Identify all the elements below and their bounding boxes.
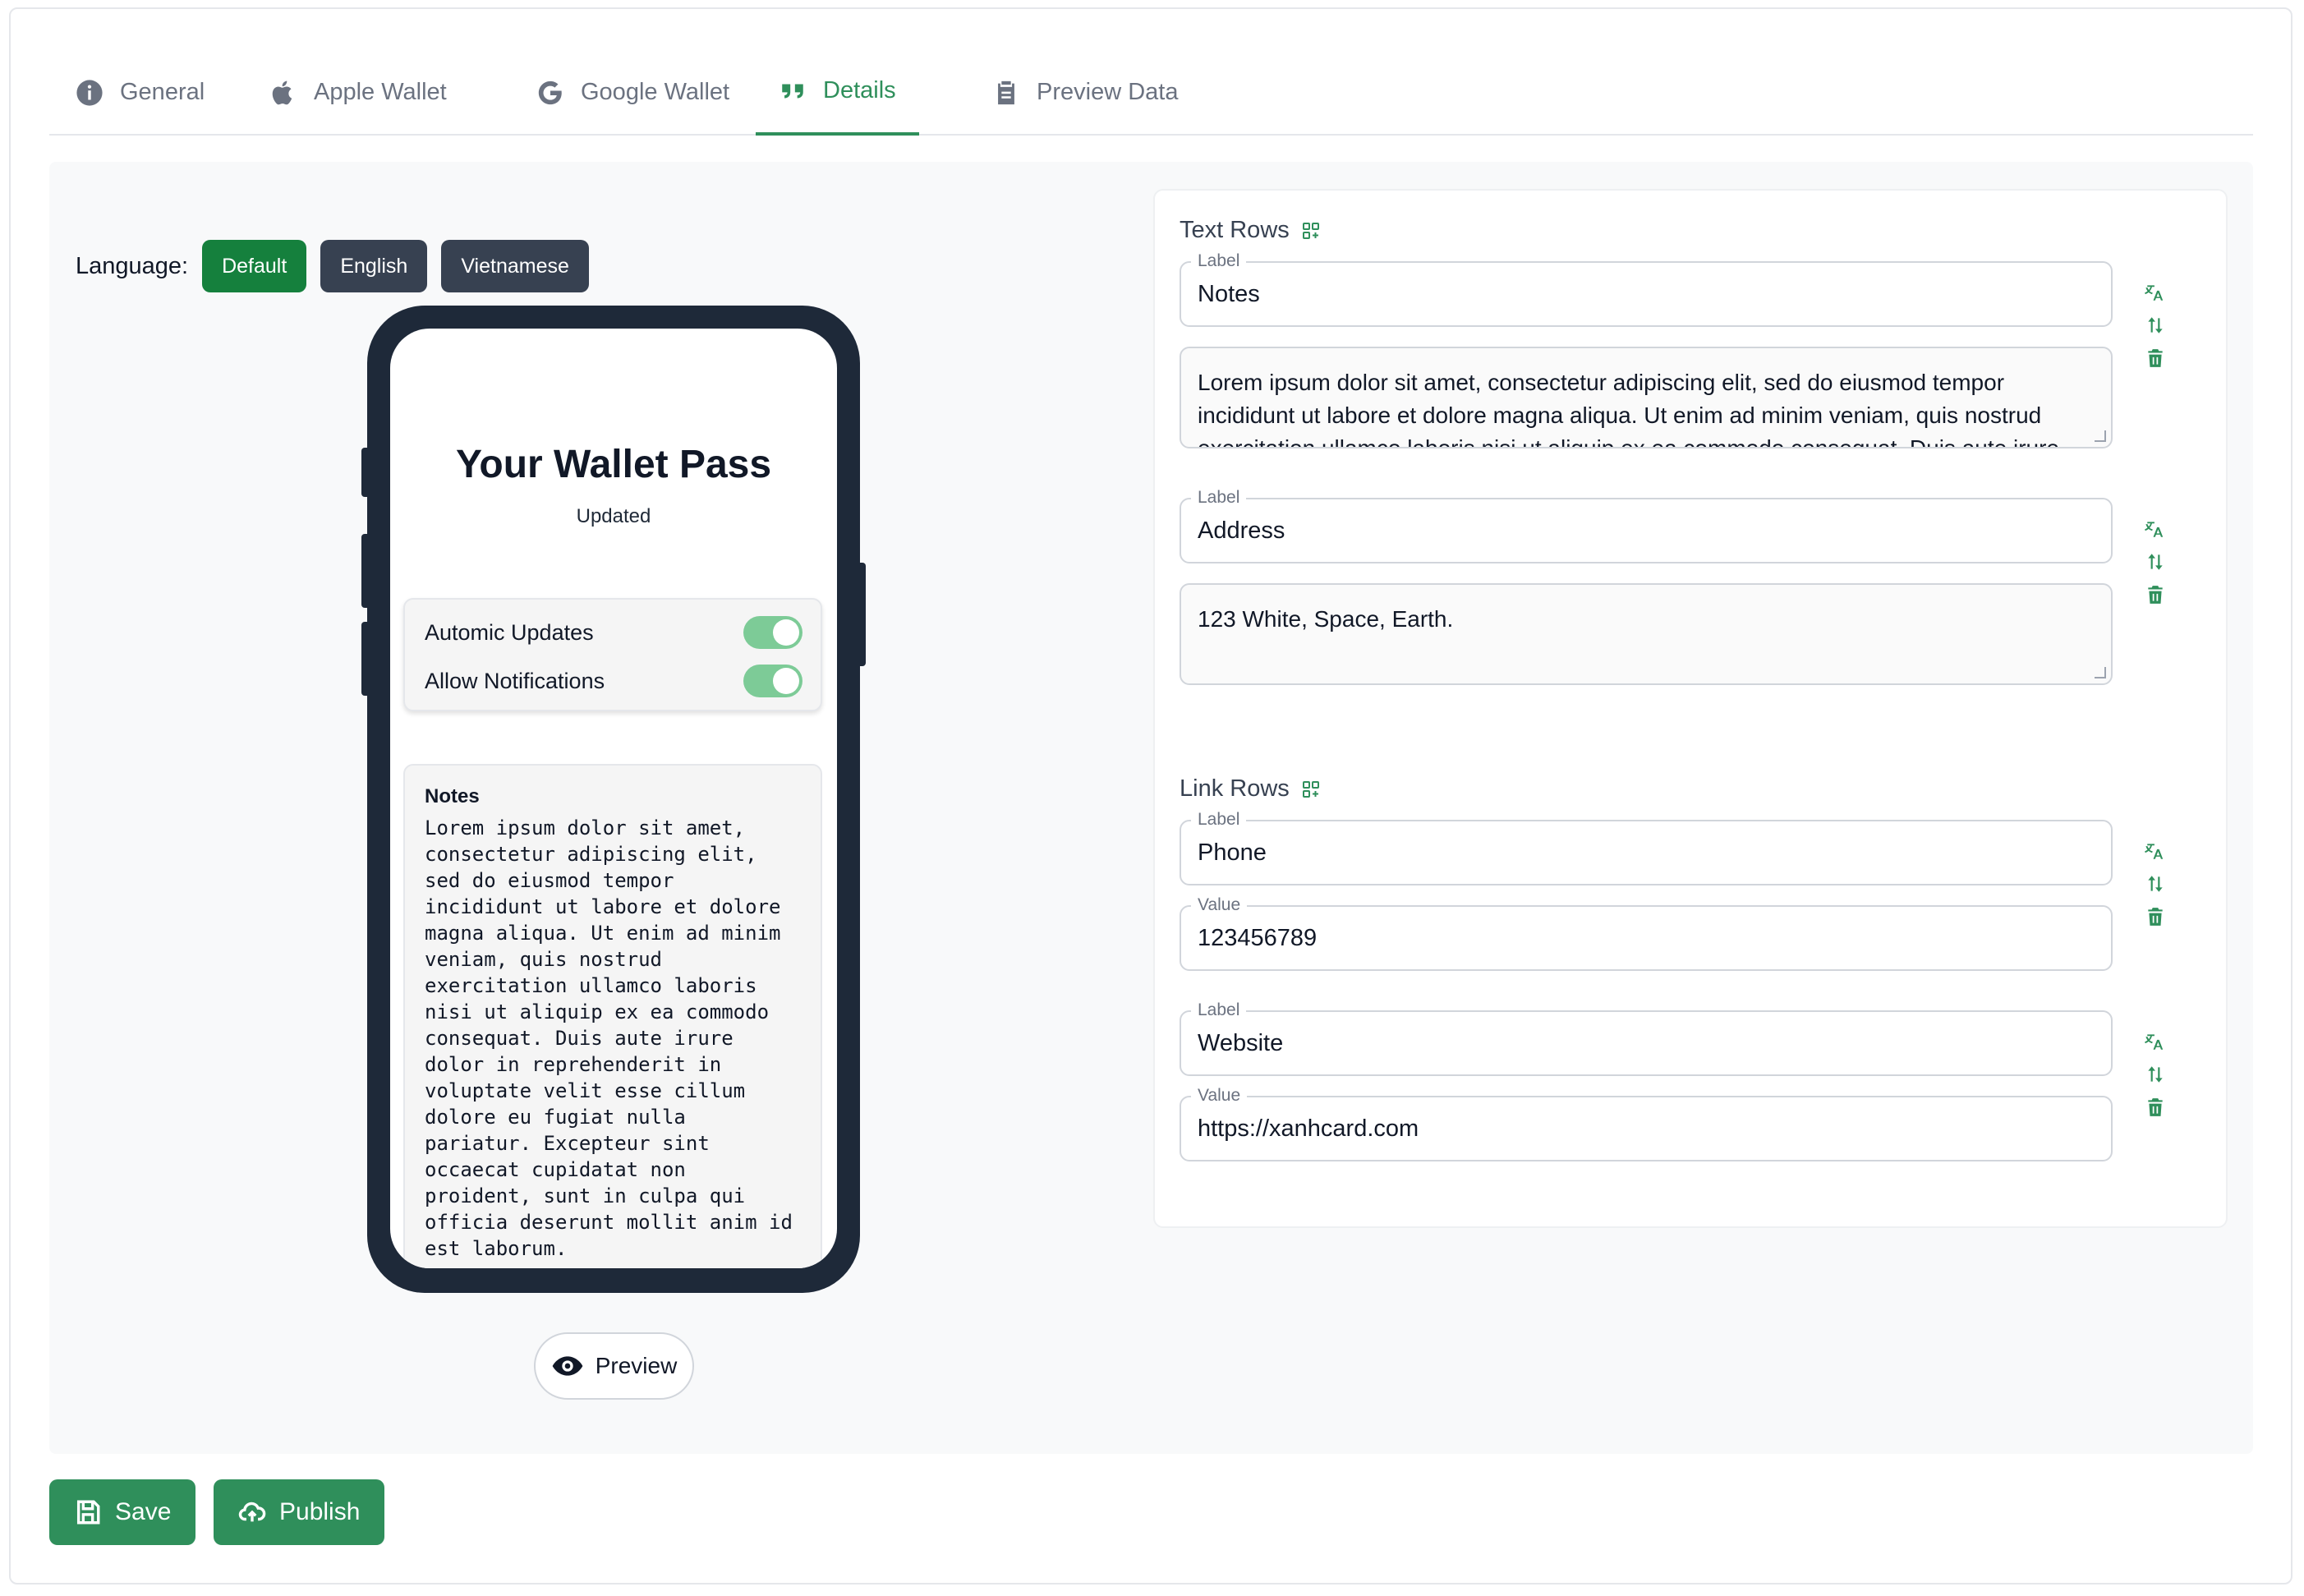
info-icon <box>76 79 103 106</box>
resize-handle[interactable] <box>2095 667 2106 678</box>
link-row-2-value-field[interactable]: Value https://xanhcard.com <box>1180 1086 2113 1161</box>
text-row-1-label-field[interactable]: Label Notes <box>1180 251 2113 327</box>
eye-icon <box>552 1356 583 1376</box>
link-rows-title: Link Rows <box>1180 775 1321 803</box>
notes-card: Notes Lorem ipsum dolor sit amet, consec… <box>403 764 822 1268</box>
notifications-toggle[interactable] <box>743 665 802 697</box>
field-value: 123456789 <box>1198 924 1318 951</box>
trash-icon[interactable] <box>2145 347 2166 369</box>
clipboard-icon <box>998 80 1014 104</box>
tab-preview-data[interactable]: Preview Data <box>969 49 1201 136</box>
language-english-button[interactable]: English <box>320 240 428 292</box>
add-row-icon[interactable] <box>1301 221 1321 241</box>
textarea-value: Lorem ipsum dolor sit amet, consectetur … <box>1198 370 2059 448</box>
notes-label: Notes <box>425 785 480 807</box>
language-label: Language: <box>76 252 189 279</box>
tab-label: General <box>120 79 205 105</box>
text-row-2-actions <box>2139 518 2172 605</box>
phone-mockup: Your Wallet Pass Updated Automic Updates… <box>367 306 860 1293</box>
link-row-2-label-field[interactable]: Label Website <box>1180 1000 2113 1076</box>
textarea-value: 123 White, Space, Earth. <box>1198 606 1454 632</box>
link-row-1-value-field[interactable]: Value 123456789 <box>1180 895 2113 971</box>
phone-screen: Your Wallet Pass Updated Automic Updates… <box>390 329 837 1268</box>
reorder-icon[interactable] <box>2145 315 2166 336</box>
translate-icon[interactable] <box>2145 1031 2166 1052</box>
tab-apple-wallet[interactable]: Apple Wallet <box>246 49 470 136</box>
add-row-icon[interactable] <box>1301 780 1321 799</box>
settings-card: Automic Updates Allow Notifications <box>403 598 822 711</box>
text-rows-title: Text Rows <box>1180 217 1321 244</box>
cloud-upload-icon <box>238 1502 266 1522</box>
language-selector: Language: Default English Vietnamese <box>76 240 589 292</box>
tab-details[interactable]: Details <box>756 49 919 136</box>
preview-label: Preview <box>595 1353 678 1378</box>
floppy-icon <box>76 1500 100 1525</box>
link-row-1-actions <box>2139 840 2172 927</box>
google-icon <box>538 80 562 104</box>
toggle-row-notifications: Allow Notifications <box>425 656 802 706</box>
reorder-icon[interactable] <box>2145 551 2166 573</box>
pass-subtitle: Updated <box>576 505 651 527</box>
save-button[interactable]: Save <box>49 1479 196 1545</box>
link-row-2-actions <box>2139 1031 2172 1118</box>
apple-icon <box>272 80 292 104</box>
publish-button[interactable]: Publish <box>214 1479 385 1545</box>
link-rows-heading: Link Rows <box>1180 775 1290 802</box>
quote-icon <box>782 84 803 98</box>
trash-icon[interactable] <box>2145 584 2166 605</box>
text-row-1-actions <box>2139 282 2172 369</box>
publish-label: Publish <box>279 1498 361 1525</box>
reorder-icon[interactable] <box>2145 1064 2166 1085</box>
reorder-icon[interactable] <box>2145 873 2166 895</box>
language-default-button[interactable]: Default <box>202 240 307 292</box>
translate-icon[interactable] <box>2145 282 2166 303</box>
tab-label: Apple Wallet <box>314 79 447 105</box>
tab-bar: General Apple Wallet Google Wallet Detai… <box>49 49 2253 136</box>
tab-general[interactable]: General <box>53 49 228 136</box>
pass-title: Your Wallet Pass <box>455 443 772 486</box>
text-rows-heading: Text Rows <box>1180 217 1290 243</box>
updates-toggle[interactable] <box>743 616 802 649</box>
translate-icon[interactable] <box>2145 518 2166 540</box>
field-value: https://xanhcard.com <box>1198 1115 1419 1142</box>
trash-icon[interactable] <box>2145 906 2166 927</box>
field-value: Address <box>1198 517 1285 544</box>
toggle-label: Allow Notifications <box>425 668 605 693</box>
tab-label: Details <box>823 77 896 103</box>
field-value: Phone <box>1198 839 1267 866</box>
preview-button[interactable]: Preview <box>534 1332 694 1400</box>
tab-label: Google Wallet <box>581 79 730 105</box>
toggle-row-updates: Automic Updates <box>425 608 802 657</box>
text-row-1-value-textarea[interactable]: Lorem ipsum dolor sit amet, consectetur … <box>1180 347 2113 448</box>
resize-handle[interactable] <box>2095 430 2106 442</box>
field-value: Notes <box>1198 280 1260 307</box>
tab-label: Preview Data <box>1037 79 1179 105</box>
tab-google-wallet[interactable]: Google Wallet <box>513 49 752 136</box>
language-vietnamese-button[interactable]: Vietnamese <box>441 240 589 292</box>
field-value: Website <box>1198 1029 1284 1056</box>
trash-icon[interactable] <box>2145 1097 2166 1118</box>
text-row-2-label-field[interactable]: Label Address <box>1180 488 2113 563</box>
toggle-label: Automic Updates <box>425 619 594 645</box>
link-row-1-label-field[interactable]: Label Phone <box>1180 810 2113 885</box>
text-row-2-value-textarea[interactable]: 123 White, Space, Earth. <box>1180 583 2113 685</box>
save-label: Save <box>115 1498 172 1525</box>
translate-icon[interactable] <box>2145 840 2166 862</box>
notes-body: Lorem ipsum dolor sit amet, consectetur … <box>425 816 793 1260</box>
